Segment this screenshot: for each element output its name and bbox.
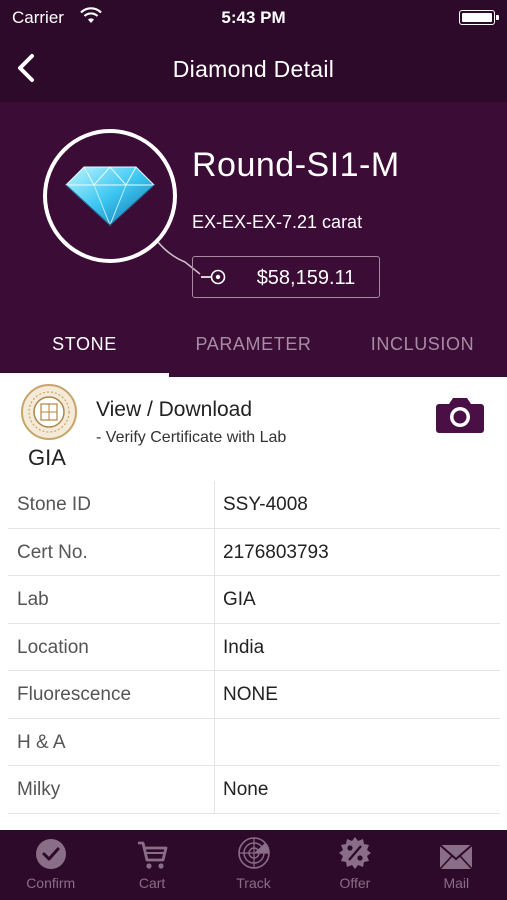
- tab-mail[interactable]: Mail: [406, 830, 507, 900]
- nav-bar: Diamond Detail: [0, 36, 507, 102]
- row-label: Lab: [8, 576, 215, 623]
- page-title: Diamond Detail: [172, 56, 335, 82]
- table-row: Lab GIA: [8, 576, 500, 624]
- tab-label: Mail: [443, 875, 470, 891]
- details-table: Stone ID SSY-4008 Cert No. 2176803793 La…: [8, 481, 500, 814]
- tab-inclusion[interactable]: INCLUSION: [338, 310, 507, 377]
- row-label: Milky: [8, 766, 215, 813]
- status-bar: Carrier 5:43 PM: [0, 0, 507, 36]
- tab-offer[interactable]: Offer: [304, 830, 405, 900]
- diamond-name: Round-SI1-M: [192, 146, 400, 184]
- detail-tabs: STONE PARAMETER INCLUSION: [0, 310, 507, 377]
- table-row: Fluorescence NONE: [8, 671, 500, 719]
- row-label: Fluorescence: [8, 671, 215, 718]
- row-value: 2176803793: [223, 541, 329, 563]
- percent-badge-icon: [338, 837, 371, 869]
- verify-note: - Verify Certificate with Lab: [96, 429, 287, 446]
- tab-cart[interactable]: Cart: [101, 830, 202, 900]
- cart-icon: [138, 841, 168, 869]
- tab-confirm[interactable]: Confirm: [0, 830, 101, 900]
- row-value: NONE: [223, 684, 278, 705]
- row-value: [215, 719, 500, 766]
- price-tag-icon: [201, 269, 226, 285]
- lab-name: GIA: [28, 445, 66, 470]
- table-row: H & A: [8, 718, 500, 766]
- row-label: H & A: [8, 718, 215, 765]
- tab-label: Cart: [138, 875, 166, 891]
- view-download-link[interactable]: View / Download: [96, 398, 252, 422]
- table-row: Location India: [8, 623, 500, 671]
- table-row: Stone ID SSY-4008: [8, 481, 500, 529]
- certificate-row[interactable]: GIA View / Download - Verify Certificate…: [0, 377, 507, 481]
- row-value: SSY-4008: [223, 494, 308, 515]
- price-tag: $58,159.11: [192, 256, 380, 298]
- diamond-icon: [65, 166, 155, 227]
- gia-seal-icon: [21, 384, 77, 440]
- tab-track[interactable]: Track: [203, 830, 304, 900]
- diamond-summary: Round-SI1-M EX-EX-EX-7.21 carat $58,159.…: [0, 102, 507, 310]
- row-value: GIA: [223, 589, 256, 610]
- tab-label: Confirm: [26, 875, 76, 891]
- table-row: Milky None: [8, 766, 500, 814]
- check-circle-icon: [35, 839, 66, 869]
- tab-parameter[interactable]: PARAMETER: [169, 310, 338, 377]
- row-label: Location: [8, 623, 215, 670]
- price-value: $58,159.11: [256, 267, 356, 289]
- diamond-image-frame: [43, 129, 177, 263]
- tab-stone[interactable]: STONE: [0, 310, 169, 377]
- tab-label: Offer: [339, 875, 371, 891]
- bottom-tab-bar: Confirm Cart Track Offer Mail: [0, 830, 507, 900]
- row-label: Cert No.: [8, 528, 215, 575]
- camera-icon[interactable]: [435, 394, 485, 434]
- row-label: Stone ID: [8, 481, 215, 528]
- battery-icon: [459, 10, 499, 25]
- mail-icon: [439, 844, 473, 870]
- diamond-spec: EX-EX-EX-7.21 carat: [192, 212, 363, 232]
- table-row: Cert No. 2176803793: [8, 528, 500, 576]
- radar-icon: [237, 837, 270, 869]
- clock: 5:43 PM: [221, 8, 286, 27]
- row-value: None: [223, 779, 269, 800]
- tab-label: Track: [236, 875, 271, 891]
- row-value: India: [223, 636, 265, 658]
